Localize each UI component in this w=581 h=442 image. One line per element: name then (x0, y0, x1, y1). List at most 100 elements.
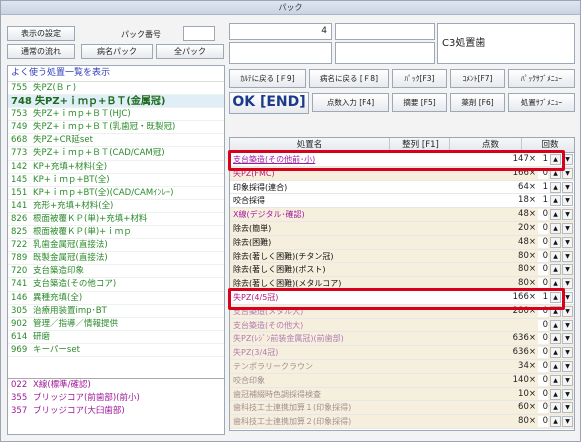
increment-arrow-icon[interactable]: ▲ (550, 236, 561, 248)
increment-arrow-icon[interactable]: ▲ (550, 319, 561, 331)
decrement-arrow-icon[interactable]: ▼ (562, 305, 573, 317)
increment-arrow-icon[interactable]: ▲ (550, 154, 561, 165)
table-row[interactable]: 失PZ(4/5冠) 166× 1 ▲ ▼ (230, 291, 574, 305)
decrement-arrow-icon[interactable]: ▼ (562, 319, 573, 331)
increment-arrow-icon[interactable]: ▲ (550, 347, 561, 359)
treatment-quantity[interactable]: 0 (538, 278, 548, 290)
list-item[interactable]: 355 ブリッジコア(前歯部)(前小) (8, 392, 224, 405)
decrement-arrow-icon[interactable]: ▼ (562, 154, 573, 165)
points-input-button[interactable]: 点数入力 [F4] (312, 93, 389, 112)
back-to-karte-button[interactable]: ｶﾙﾃに戻る [Ｆ9] (229, 69, 306, 88)
normal-flow-button[interactable]: 通常の流れ (7, 44, 75, 59)
treatment-quantity[interactable]: 0 (538, 305, 548, 317)
decrement-arrow-icon[interactable]: ▼ (562, 388, 573, 400)
col-treatment-name[interactable]: 処置名 (230, 138, 390, 153)
increment-arrow-icon[interactable]: ▲ (550, 181, 561, 193)
table-row[interactable]: 咬合印象 140× 0 ▲ ▼ (230, 373, 574, 388)
decrement-arrow-icon[interactable]: ▼ (562, 195, 573, 207)
increment-arrow-icon[interactable]: ▲ (550, 223, 561, 234)
pack-sub-menu-button[interactable]: ﾊﾟｯｸｻﾌﾞﾒﾆｭｰ (508, 69, 575, 88)
disease-pack-button[interactable]: 病名パック (81, 44, 153, 59)
list-item[interactable]: 145 KP+ｉｍｐ+BT(全) (8, 174, 224, 187)
list-item[interactable]: 720 支台築造印象 (8, 265, 224, 279)
treatment-quantity[interactable]: 0 (538, 361, 548, 372)
increment-arrow-icon[interactable]: ▲ (550, 374, 561, 386)
comment-f7-button[interactable]: ｺﾒﾝﾄ[F7] (450, 69, 505, 88)
table-row[interactable]: 支台築造(メタル大) 280× 0 ▲ ▼ (230, 304, 574, 319)
list-item[interactable]: 789 既製金属冠(直接法) (8, 252, 224, 266)
list-item[interactable]: 146 異種充填(全) (8, 292, 224, 305)
list-item[interactable]: 151 KP+ｉｍｐ+BT(全)(CAD/CAMｲﾝﾚｰ) (8, 187, 224, 200)
decrement-arrow-icon[interactable]: ▼ (562, 264, 573, 276)
pack-number-input[interactable] (183, 26, 215, 41)
col-sort[interactable]: 整列 [F1] (392, 138, 450, 153)
decrement-arrow-icon[interactable]: ▼ (562, 333, 573, 345)
increment-arrow-icon[interactable]: ▲ (550, 388, 561, 400)
list-item[interactable]: 722 乳歯金属冠(直接法) (8, 239, 224, 253)
decrement-arrow-icon[interactable]: ▼ (562, 209, 573, 221)
decrement-arrow-icon[interactable]: ▼ (562, 374, 573, 386)
treatment-quantity[interactable]: 0 (538, 264, 548, 276)
list-item[interactable]: 969 キーパーset (8, 344, 224, 357)
table-row[interactable]: 支台築造(その他前･小) 147× 1 ▲ ▼ (230, 153, 574, 167)
table-row[interactable]: 支台築造(その他大) 0 ▲ ▼ (230, 318, 574, 333)
increment-arrow-icon[interactable]: ▲ (550, 167, 561, 179)
frequent-treatments-header[interactable]: よく使う処置一覧を表示 (8, 66, 224, 81)
increment-arrow-icon[interactable]: ▲ (550, 195, 561, 207)
list-item[interactable]: 748 失PZ+ｉｍｐ+ＢＴ(金属冠) (8, 95, 224, 109)
increment-arrow-icon[interactable]: ▲ (550, 264, 561, 276)
list-item[interactable]: 305 治療用装置imp･BT (8, 305, 224, 318)
treatment-quantity[interactable]: 1 (538, 154, 548, 165)
treatment-quantity[interactable]: 0 (538, 223, 548, 234)
drug-button[interactable]: 薬剤 [F6] (450, 93, 505, 112)
list-item[interactable]: 141 充形+充填+材料(全) (8, 200, 224, 213)
list-item[interactable]: 142 KP+充填+材料(全) (8, 161, 224, 174)
table-row[interactable]: テンポラリークラウン 34× 0 ▲ ▼ (230, 360, 574, 374)
list-item[interactable]: 357 ブリッジコア(大臼歯部) (8, 405, 224, 418)
table-row[interactable]: 失PZ(FMC) 166× 0 ▲ ▼ (230, 166, 574, 181)
increment-arrow-icon[interactable]: ▲ (550, 250, 561, 262)
decrement-arrow-icon[interactable]: ▼ (562, 236, 573, 248)
all-pack-button[interactable]: 全パック (156, 44, 224, 59)
treatment-sub-menu-button[interactable]: 処置ｻﾌﾞﾒﾆｭｰ (508, 93, 575, 112)
decrement-arrow-icon[interactable]: ▼ (562, 347, 573, 359)
treatment-quantity[interactable]: 0 (538, 250, 548, 262)
treatment-quantity[interactable]: 1 (538, 181, 548, 193)
list-item[interactable]: 825 根面被覆ＫＰ(単)+ｉｍｐ (8, 226, 224, 240)
list-item[interactable]: 022 X線(標準/確認) (8, 379, 224, 392)
treatment-quantity[interactable]: 0 (538, 416, 548, 428)
display-settings-button[interactable]: 表示の設定 (7, 26, 75, 41)
treatment-quantity[interactable]: 0 (538, 319, 548, 331)
increment-arrow-icon[interactable]: ▲ (550, 292, 561, 303)
increment-arrow-icon[interactable]: ▲ (550, 416, 561, 428)
summary-button[interactable]: 摘要 [F5] (392, 93, 447, 112)
table-row[interactable]: 除去(著しく困難)(チタン冠) 80× 0 ▲ ▼ (230, 249, 574, 264)
back-to-disease-button[interactable]: 病名に戻る [Ｆ8] (309, 69, 389, 88)
treatment-quantity[interactable]: 0 (538, 388, 548, 400)
increment-arrow-icon[interactable]: ▲ (550, 305, 561, 317)
decrement-arrow-icon[interactable]: ▼ (562, 181, 573, 193)
decrement-arrow-icon[interactable]: ▼ (562, 292, 573, 303)
decrement-arrow-icon[interactable]: ▼ (562, 402, 573, 414)
table-row[interactable]: 除去(困難) 48× 0 ▲ ▼ (230, 235, 574, 250)
list-item[interactable]: 614 研磨 (8, 331, 224, 344)
list-item[interactable]: 902 管理／指導／情報提供 (8, 318, 224, 331)
table-row[interactable]: 印象採得(連合) 64× 1 ▲ ▼ (230, 180, 574, 195)
increment-arrow-icon[interactable]: ▲ (550, 402, 561, 414)
increment-arrow-icon[interactable]: ▲ (550, 278, 561, 290)
table-row[interactable]: 除去(著しく困難)(メタルコア) 80× 0 ▲ ▼ (230, 277, 574, 291)
list-item[interactable]: 741 支台築造(その他コア) (8, 278, 224, 292)
treatment-quantity[interactable]: 0 (538, 333, 548, 345)
decrement-arrow-icon[interactable]: ▼ (562, 250, 573, 262)
decrement-arrow-icon[interactable]: ▼ (562, 223, 573, 234)
list-item[interactable]: 749 失PZ+ｉｍｐ+ＢＴ(乳歯冠・既製冠) (8, 121, 224, 135)
treatment-quantity[interactable]: 0 (538, 167, 548, 179)
table-row[interactable]: 咬合採得 18× 1 ▲ ▼ (230, 194, 574, 209)
decrement-arrow-icon[interactable]: ▼ (562, 167, 573, 179)
list-item[interactable]: 668 失PZ+CR延set (8, 134, 224, 148)
increment-arrow-icon[interactable]: ▲ (550, 361, 561, 372)
treatment-quantity[interactable]: 1 (538, 292, 548, 303)
list-item[interactable]: 773 失PZ+ｉｍｐ+ＢＴ(CAD/CAM冠) (8, 147, 224, 161)
table-row[interactable]: 除去(著しく困難)(ポスト) 80× 0 ▲ ▼ (230, 263, 574, 278)
treatment-quantity[interactable]: 1 (538, 195, 548, 207)
